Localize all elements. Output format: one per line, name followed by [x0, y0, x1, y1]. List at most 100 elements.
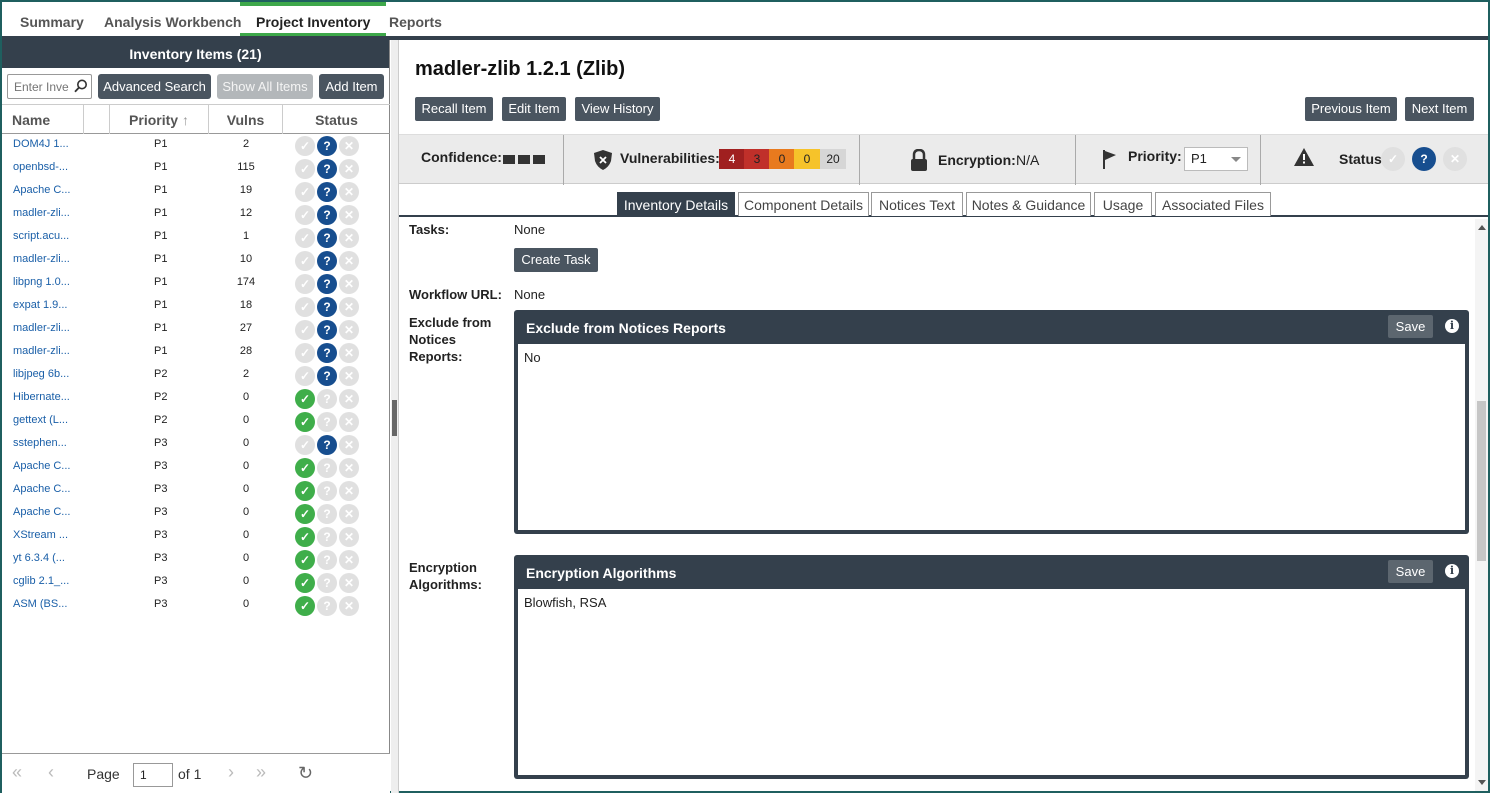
- item-name[interactable]: openbsd-...: [13, 161, 68, 173]
- exclude-notices-textarea[interactable]: No: [518, 344, 1465, 530]
- unknown-status-icon[interactable]: ?: [317, 458, 337, 478]
- tab-inventory-details[interactable]: Inventory Details: [617, 192, 735, 216]
- approve-status-icon[interactable]: ✓: [295, 481, 315, 501]
- reject-status-icon[interactable]: ✕: [339, 182, 359, 202]
- reject-status-icon[interactable]: ✕: [339, 596, 359, 616]
- approve-status-icon[interactable]: ✓: [295, 274, 315, 294]
- approve-status-icon[interactable]: ✓: [295, 366, 315, 386]
- list-item[interactable]: Apache C... P3 0 ✓? ✕: [2, 481, 390, 504]
- vuln-medium-count[interactable]: 0: [769, 149, 795, 169]
- previous-item-button[interactable]: Previous Item: [1305, 97, 1397, 121]
- reject-status-icon[interactable]: ✕: [339, 435, 359, 455]
- list-item[interactable]: ASM (BS... P3 0 ✓? ✕: [2, 596, 390, 619]
- approve-status-icon[interactable]: ✓: [295, 228, 315, 248]
- status-approve-icon[interactable]: ✓: [1381, 147, 1405, 171]
- item-name[interactable]: yt 6.3.4 (...: [13, 552, 65, 564]
- unknown-status-icon[interactable]: ?: [317, 412, 337, 432]
- status-unknown-icon[interactable]: ?: [1412, 147, 1436, 171]
- unknown-status-icon[interactable]: ?: [317, 366, 337, 386]
- approve-status-icon[interactable]: ✓: [295, 159, 315, 179]
- approve-status-icon[interactable]: ✓: [295, 504, 315, 524]
- item-name[interactable]: madler-zli...: [13, 207, 70, 219]
- vuln-critical-count[interactable]: 4: [719, 149, 745, 169]
- unknown-status-icon[interactable]: ?: [317, 481, 337, 501]
- approve-status-icon[interactable]: ✓: [295, 251, 315, 271]
- list-item[interactable]: XStream ... P3 0 ✓? ✕: [2, 527, 390, 550]
- reject-status-icon[interactable]: ✕: [339, 251, 359, 271]
- info-icon[interactable]: i: [1445, 319, 1459, 333]
- list-item[interactable]: Apache C... P1 19 ✓? ✕: [2, 182, 390, 205]
- approve-status-icon[interactable]: ✓: [295, 205, 315, 225]
- next-item-button[interactable]: Next Item: [1405, 97, 1474, 121]
- last-page-icon[interactable]: »: [256, 762, 266, 783]
- page-number-input[interactable]: 1: [133, 763, 173, 787]
- approve-status-icon[interactable]: ✓: [295, 136, 315, 156]
- item-name[interactable]: Hibernate...: [13, 391, 70, 403]
- tab-notes-guidance[interactable]: Notes & Guidance: [966, 192, 1091, 216]
- encryption-algorithms-textarea[interactable]: Blowfish, RSA: [518, 589, 1465, 775]
- approve-status-icon[interactable]: ✓: [295, 343, 315, 363]
- item-name[interactable]: Apache C...: [13, 483, 70, 495]
- content-scrollbar[interactable]: [1475, 219, 1488, 791]
- unknown-status-icon[interactable]: ?: [317, 136, 337, 156]
- reject-status-icon[interactable]: ✕: [339, 504, 359, 524]
- tab-usage[interactable]: Usage: [1094, 192, 1152, 216]
- scroll-down-icon[interactable]: [1478, 780, 1486, 785]
- reject-status-icon[interactable]: ✕: [339, 274, 359, 294]
- list-item[interactable]: libjpeg 6b... P2 2 ✓? ✕: [2, 366, 390, 389]
- list-item[interactable]: expat 1.9... P1 18 ✓? ✕: [2, 297, 390, 320]
- reject-status-icon[interactable]: ✕: [339, 550, 359, 570]
- approve-status-icon[interactable]: ✓: [295, 573, 315, 593]
- column-status[interactable]: Status: [283, 105, 390, 134]
- reject-status-icon[interactable]: ✕: [339, 366, 359, 386]
- next-page-icon[interactable]: ›: [228, 762, 234, 783]
- reject-status-icon[interactable]: ✕: [339, 458, 359, 478]
- list-item[interactable]: libpng 1.0... P1 174 ✓? ✕: [2, 274, 390, 297]
- unknown-status-icon[interactable]: ?: [317, 573, 337, 593]
- approve-status-icon[interactable]: ✓: [295, 458, 315, 478]
- reject-status-icon[interactable]: ✕: [339, 320, 359, 340]
- item-name[interactable]: madler-zli...: [13, 322, 70, 334]
- unknown-status-icon[interactable]: ?: [317, 389, 337, 409]
- item-name[interactable]: Apache C...: [13, 184, 70, 196]
- refresh-icon[interactable]: ↻: [298, 763, 313, 784]
- unknown-status-icon[interactable]: ?: [317, 596, 337, 616]
- unknown-status-icon[interactable]: ?: [317, 550, 337, 570]
- item-name[interactable]: cglib 2.1_...: [13, 575, 69, 587]
- tab-project-inventory[interactable]: Project Inventory: [240, 2, 387, 36]
- recall-item-button[interactable]: Recall Item: [415, 97, 493, 121]
- unknown-status-icon[interactable]: ?: [317, 297, 337, 317]
- approve-status-icon[interactable]: ✓: [295, 182, 315, 202]
- encryption-algorithms-save-button[interactable]: Save: [1388, 560, 1433, 583]
- reject-status-icon[interactable]: ✕: [339, 228, 359, 248]
- unknown-status-icon[interactable]: ?: [317, 435, 337, 455]
- unknown-status-icon[interactable]: ?: [317, 159, 337, 179]
- approve-status-icon[interactable]: ✓: [295, 435, 315, 455]
- list-item[interactable]: sstephen... P3 0 ✓? ✕: [2, 435, 390, 458]
- scroll-up-icon[interactable]: [1478, 225, 1486, 230]
- item-name[interactable]: Apache C...: [13, 460, 70, 472]
- item-name[interactable]: madler-zli...: [13, 345, 70, 357]
- item-name[interactable]: Apache C...: [13, 506, 70, 518]
- status-reject-icon[interactable]: ✕: [1443, 147, 1467, 171]
- list-item[interactable]: cglib 2.1_... P3 0 ✓? ✕: [2, 573, 390, 596]
- tab-reports[interactable]: Reports: [373, 2, 458, 36]
- approve-status-icon[interactable]: ✓: [295, 412, 315, 432]
- list-item[interactable]: madler-zli... P1 12 ✓? ✕: [2, 205, 390, 228]
- list-item[interactable]: Apache C... P3 0 ✓? ✕: [2, 504, 390, 527]
- add-item-button[interactable]: Add Item: [319, 74, 384, 99]
- list-item[interactable]: Hibernate... P2 0 ✓? ✕: [2, 389, 390, 412]
- unknown-status-icon[interactable]: ?: [317, 504, 337, 524]
- approve-status-icon[interactable]: ✓: [295, 320, 315, 340]
- approve-status-icon[interactable]: ✓: [295, 297, 315, 317]
- item-name[interactable]: expat 1.9...: [13, 299, 67, 311]
- unknown-status-icon[interactable]: ?: [317, 527, 337, 547]
- list-item[interactable]: yt 6.3.4 (... P3 0 ✓? ✕: [2, 550, 390, 573]
- approve-status-icon[interactable]: ✓: [295, 389, 315, 409]
- reject-status-icon[interactable]: ✕: [339, 389, 359, 409]
- tab-summary[interactable]: Summary: [4, 2, 100, 36]
- item-name[interactable]: ASM (BS...: [13, 598, 67, 610]
- item-name[interactable]: DOM4J 1...: [13, 138, 69, 150]
- item-name[interactable]: script.acu...: [13, 230, 69, 242]
- info-icon[interactable]: i: [1445, 564, 1459, 578]
